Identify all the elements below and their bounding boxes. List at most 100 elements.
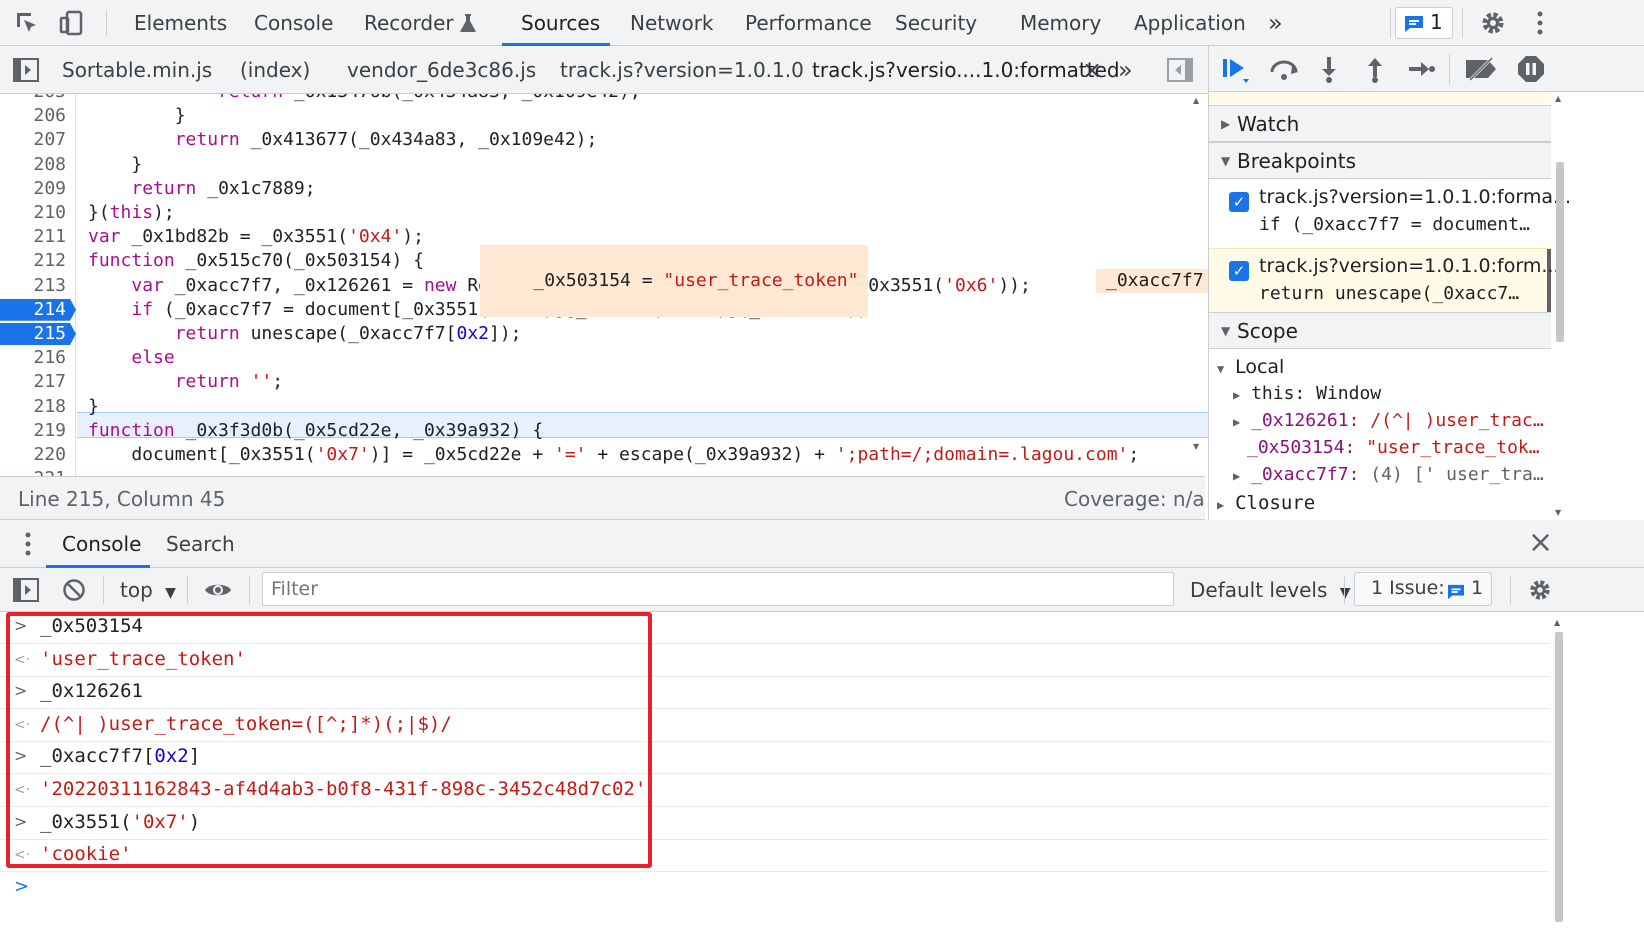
issues-button[interactable]: 1 Issue: 1: [1354, 572, 1492, 606]
line-number[interactable]: 219: [0, 419, 66, 443]
inline-value-string: "user_trace_token": [663, 270, 859, 291]
line-number[interactable]: 213: [0, 274, 66, 298]
console-input-line[interactable]: > _0xacc7f7[0x2]: [0, 742, 1550, 775]
code-line: }(this);: [88, 202, 175, 223]
console-sidebar-icon[interactable]: [12, 576, 40, 604]
tab-console[interactable]: Console: [254, 0, 333, 46]
breakpoint-item-active[interactable]: ✓ track.js?version=1.0.1.0:form... retur…: [1209, 248, 1559, 314]
line-number[interactable]: 205: [0, 94, 66, 104]
drawer-tab-search[interactable]: Search: [166, 520, 235, 568]
file-tab-track[interactable]: track.js?version=1.0.1.0: [560, 46, 804, 94]
line-number[interactable]: 220: [0, 443, 66, 467]
line-number[interactable]: 209: [0, 177, 66, 201]
toggle-navigator-icon[interactable]: [12, 56, 40, 84]
step-icon[interactable]: [1405, 54, 1437, 84]
console-prompt-icon[interactable]: >: [14, 876, 29, 897]
console-input-line[interactable]: > _0x126261: [0, 677, 1550, 710]
step-over-icon[interactable]: [1267, 54, 1301, 84]
console-settings-gear-icon[interactable]: [1526, 576, 1554, 604]
scope-item-this[interactable]: ▶ this: Window: [1233, 383, 1381, 404]
settings-gear-icon[interactable]: [1478, 8, 1508, 38]
line-number[interactable]: 207: [0, 128, 66, 152]
line-number[interactable]: 206: [0, 104, 66, 128]
console-output[interactable]: > _0x503154 <· 'user_trace_token' > _0x126261…: [0, 612, 1644, 939]
more-options-icon[interactable]: [1528, 8, 1552, 38]
log-levels-dropdown[interactable]: Default levels ▼: [1190, 568, 1351, 615]
drawer-menu-icon[interactable]: [16, 530, 40, 558]
context-selector[interactable]: top ▼: [120, 568, 176, 615]
tab-security[interactable]: Security: [895, 0, 977, 46]
file-tab-vendor[interactable]: vendor_6de3c86.js: [347, 46, 536, 94]
breakpoints-section-header[interactable]: ▼ Breakpoints: [1209, 142, 1551, 179]
console-filter-input[interactable]: [262, 572, 1174, 606]
clear-console-icon[interactable]: [60, 576, 88, 604]
issues-count: 1: [1430, 10, 1443, 34]
console-input-line[interactable]: > _0x503154: [0, 612, 1550, 644]
scope-item-0xacc7f7[interactable]: ▶ _0xacc7f7: (4) [' user_tra…: [1233, 464, 1544, 485]
resume-icon[interactable]: [1219, 54, 1253, 84]
file-tab-sortable[interactable]: Sortable.min.js: [62, 46, 212, 94]
console-result-line[interactable]: <· 'cookie': [0, 840, 1550, 873]
tab-application[interactable]: Application: [1134, 0, 1246, 46]
step-out-icon[interactable]: [1361, 54, 1389, 84]
console-result-line[interactable]: <· '20220311162843-af4d4ab3-b0f8-431f-898…: [0, 775, 1550, 807]
live-expression-eye-icon[interactable]: [202, 576, 234, 604]
line-number[interactable]: 208: [0, 153, 66, 177]
console-result-line[interactable]: <· 'user_trace_token': [0, 645, 1550, 677]
more-file-tabs-button[interactable]: »: [1118, 46, 1133, 94]
checkbox-checked-icon[interactable]: ✓: [1229, 261, 1249, 281]
line-number[interactable]: 212: [0, 249, 66, 273]
drawer-tab-console[interactable]: Console: [62, 520, 141, 568]
line-number[interactable]: 214: [0, 298, 66, 322]
console-input-line[interactable]: > _0x3551('0x7'): [0, 808, 1550, 840]
code-line: var _0x1bd82b = _0x3551('0x4');: [88, 226, 424, 248]
close-drawer-icon[interactable]: ×: [1528, 520, 1553, 566]
line-number[interactable]: 216: [0, 346, 66, 370]
coverage-status[interactable]: Coverage: n/a: [1064, 477, 1205, 521]
file-tab-track-formatted[interactable]: track.js?versio....1.0:formatted: [812, 46, 1120, 94]
watch-section-header[interactable]: ▶ Watch: [1209, 105, 1551, 142]
breakpoints-label: Breakpoints: [1237, 149, 1357, 173]
issues-badge-button[interactable]: 1: [1395, 7, 1453, 39]
line-number[interactable]: 218: [0, 395, 66, 419]
message-icon: [1404, 14, 1424, 32]
tab-recorder[interactable]: Recorder: [364, 0, 476, 46]
line-number[interactable]: 217: [0, 370, 66, 394]
breakpoint-item[interactable]: ✓ track.js?version=1.0.1.0:forma... if (…: [1209, 180, 1571, 246]
code-line: return _0x1c7889;: [131, 177, 316, 199]
sidebar-scrollbar[interactable]: ▲ ▼: [1553, 92, 1567, 520]
debugger-sidebar: ▶ Watch ▼ Breakpoints ✓ track.js?version…: [1208, 46, 1644, 520]
deactivate-breakpoints-icon[interactable]: [1463, 54, 1499, 84]
code-editor[interactable]: 2052062072082092102112122132142152162172…: [0, 94, 1268, 494]
close-tab-icon[interactable]: ×: [1082, 46, 1102, 94]
editor-vertical-scrollbar[interactable]: ▲ ▼: [1192, 94, 1204, 464]
toggle-debugger-icon[interactable]: [1166, 56, 1194, 84]
line-number-gutter[interactable]: 2052062072082092102112122132142152162172…: [0, 94, 76, 489]
tab-network[interactable]: Network: [630, 0, 714, 46]
result-arrow-icon: <·: [14, 651, 31, 668]
scope-item-0x503154[interactable]: _0x503154: "user_trace_tok…: [1247, 437, 1540, 458]
line-number[interactable]: 215: [0, 322, 66, 346]
dropdown-caret-icon: ▼: [1339, 585, 1351, 601]
pause-on-exceptions-icon[interactable]: [1515, 54, 1547, 84]
line-number[interactable]: 210: [0, 201, 66, 225]
scope-local-header[interactable]: ▼ Local: [1217, 356, 1284, 378]
device-toolbar-icon[interactable]: [56, 8, 86, 38]
tab-sources[interactable]: Sources: [521, 0, 600, 46]
more-tabs-button[interactable]: »: [1268, 0, 1283, 46]
console-result-line[interactable]: <· /(^| )user_trace_token=([^;]*)(;|$)/: [0, 710, 1550, 742]
tab-elements[interactable]: Elements: [134, 0, 227, 46]
tab-memory[interactable]: Memory: [1020, 0, 1101, 46]
line-number[interactable]: 211: [0, 225, 66, 249]
step-into-icon[interactable]: [1315, 54, 1343, 84]
code-line: return _0x413677(_0x434a83, _0x109e42);: [174, 129, 598, 151]
scope-closure-header[interactable]: ▶ Closure: [1217, 492, 1315, 514]
tab-performance[interactable]: Performance: [745, 0, 872, 46]
checkbox-checked-icon[interactable]: ✓: [1229, 192, 1249, 212]
file-tab-index[interactable]: (index): [240, 46, 310, 94]
inspect-element-icon[interactable]: [12, 8, 42, 38]
console-scrollbar[interactable]: ▲: [1552, 616, 1566, 936]
scope-section-header[interactable]: ▼ Scope: [1209, 312, 1551, 349]
scope-item-0x126261[interactable]: ▶ _0x126261: /(^| )user_trac…: [1233, 410, 1544, 431]
devtools-tab-bar: Elements Console Recorder Sources Networ…: [0, 0, 1644, 46]
